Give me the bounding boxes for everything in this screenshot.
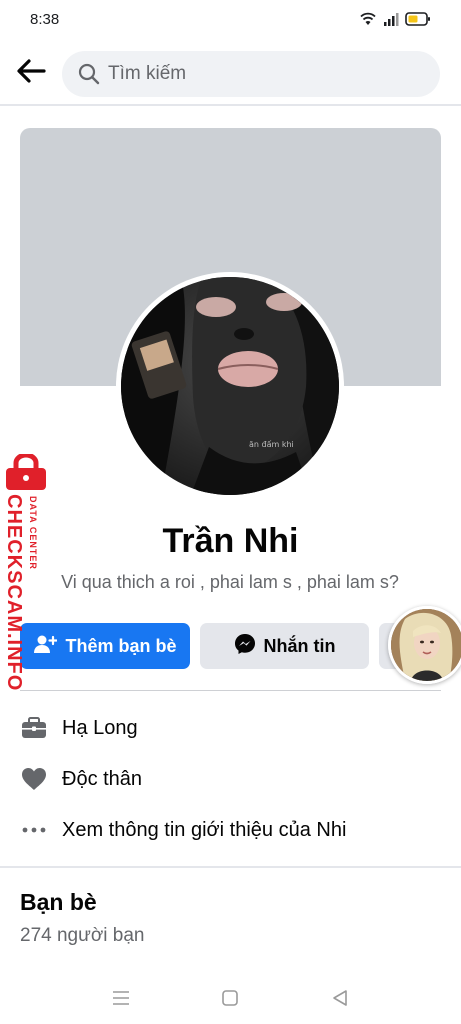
- arrow-left-icon: [16, 58, 46, 89]
- status-icons: [359, 12, 431, 31]
- messenger-icon: [234, 633, 256, 660]
- message-button[interactable]: Nhắn tin: [200, 623, 369, 669]
- menu-icon[interactable]: [109, 986, 133, 1010]
- friends-title: Bạn bè: [20, 889, 97, 915]
- intro-relationship[interactable]: Độc thân: [20, 764, 142, 794]
- wifi-icon: [359, 12, 377, 31]
- add-friend-label: Thêm bạn bè: [65, 635, 177, 656]
- battery-icon: [405, 12, 431, 31]
- intro-location-label: Hạ Long: [62, 716, 138, 739]
- profile-name: Trần Nhi: [162, 522, 299, 560]
- status-bar: 8:38: [0, 0, 461, 40]
- message-label: Nhắn tin: [263, 635, 336, 656]
- avatar-image: ăn đấm khi: [121, 277, 339, 495]
- search-icon: [78, 63, 100, 90]
- heart-icon: [20, 767, 48, 791]
- signal-icon: [383, 12, 399, 31]
- section-divider: [20, 690, 441, 691]
- intro-location[interactable]: Hạ Long: [20, 713, 138, 743]
- intro-relationship-label: Độc thân: [62, 767, 143, 790]
- status-time: 8:38: [30, 11, 60, 28]
- more-dots-icon: [20, 827, 48, 833]
- lock-icon: [4, 452, 48, 497]
- intro-see-more[interactable]: Xem thông tin giới thiệu của Nhi: [20, 815, 346, 845]
- friends-count[interactable]: 274 người bạn: [20, 925, 145, 947]
- section-separator: [0, 866, 461, 868]
- back-button[interactable]: [14, 58, 48, 88]
- watermark: CHECKSCAM.INFO DATA CENTER: [0, 450, 50, 691]
- intro-see-more-label: Xem thông tin giới thiệu của Nhi: [62, 818, 347, 841]
- briefcase-icon: [20, 716, 48, 740]
- top-bar: [0, 40, 461, 106]
- watermark-tagline: DATA CENTER: [28, 496, 38, 570]
- profile-bio: Vi qua thich a roi , phai lam s , phai l…: [61, 572, 399, 592]
- system-nav-bar: [0, 970, 461, 1024]
- home-square-icon[interactable]: [218, 986, 242, 1010]
- avatar-caption: ăn đấm khi: [249, 439, 294, 449]
- search-input[interactable]: [108, 51, 428, 97]
- chat-head-avatar[interactable]: [388, 606, 461, 684]
- back-triangle-icon[interactable]: [328, 986, 352, 1010]
- watermark-site: CHECKSCAM.INFO: [3, 494, 25, 692]
- profile-avatar[interactable]: ăn đấm khi: [116, 272, 344, 500]
- search-box[interactable]: [62, 51, 440, 97]
